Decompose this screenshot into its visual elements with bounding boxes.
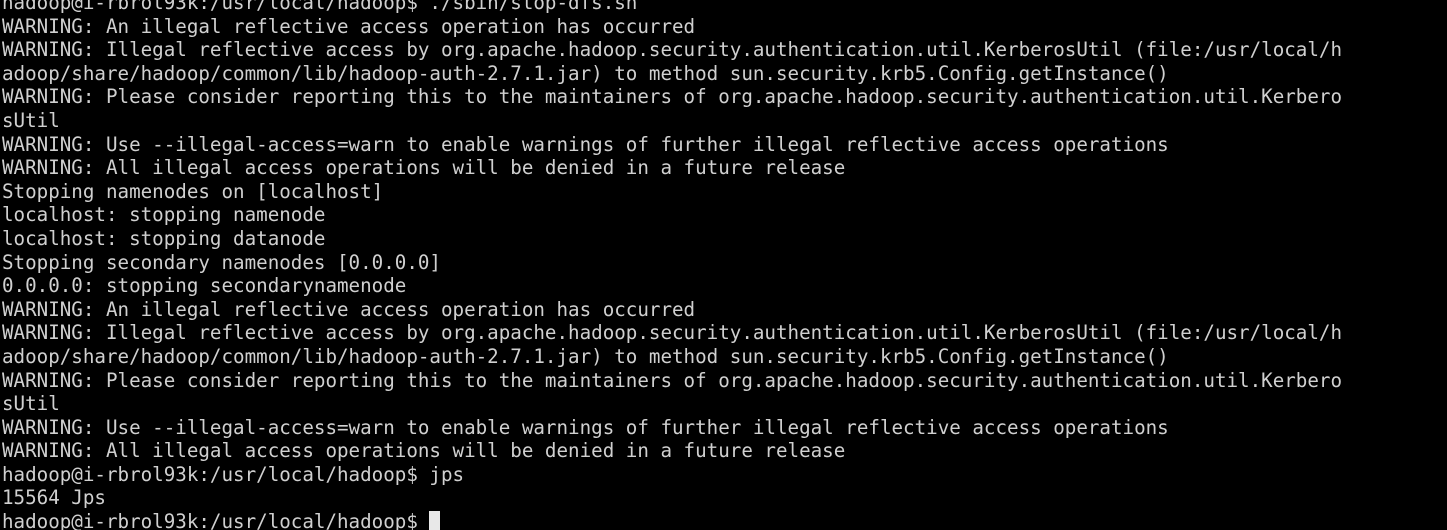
terminal-line: WARNING: Illegal reflective access by or… [2, 38, 1343, 62]
terminal-line: WARNING: Use --illegal-access=warn to en… [2, 132, 1169, 156]
terminal-window[interactable]: hadoop@i-rbrol93k:/usr/local/hadoop$ ./s… [0, 0, 1447, 530]
terminal-line: hadoop@i-rbrol93k:/usr/local/hadoop$ jps [2, 462, 465, 486]
terminal-line: localhost: stopping namenode [2, 203, 326, 227]
terminal-line: WARNING: An illegal reflective access op… [2, 297, 696, 321]
terminal-line: sUtil [2, 392, 60, 416]
terminal-line: WARNING: Please consider reporting this … [2, 368, 1343, 392]
terminal-line: WARNING: Use --illegal-access=warn to en… [2, 415, 1169, 439]
terminal-line: WARNING: Illegal reflective access by or… [2, 321, 1343, 345]
terminal-line: 15564 Jps [2, 486, 106, 510]
terminal-line: adoop/share/hadoop/common/lib/hadoop-aut… [2, 344, 1169, 368]
terminal-line: WARNING: Please consider reporting this … [2, 85, 1343, 109]
terminal-line: Stopping secondary namenodes [0.0.0.0] [2, 250, 441, 274]
terminal-line: adoop/share/hadoop/common/lib/hadoop-aut… [2, 61, 1169, 85]
terminal-line: sUtil [2, 108, 60, 132]
terminal-line: localhost: stopping datanode [2, 226, 326, 250]
text-cursor [429, 511, 441, 530]
terminal-line: WARNING: An illegal reflective access op… [2, 14, 696, 38]
terminal-line: WARNING: All illegal access operations w… [2, 439, 846, 463]
terminal-line: Stopping namenodes on [localhost] [2, 179, 384, 203]
command-input-line[interactable]: hadoop@i-rbrol93k:/usr/local/hadoop$ [2, 510, 1447, 530]
terminal-line: WARNING: All illegal access operations w… [2, 156, 846, 180]
terminal-line: hadoop@i-rbrol93k:/usr/local/hadoop$ ./s… [2, 0, 638, 14]
terminal-line: 0.0.0.0: stopping secondarynamenode [2, 274, 407, 298]
shell-prompt: hadoop@i-rbrol93k:/usr/local/hadoop$ [2, 510, 430, 530]
